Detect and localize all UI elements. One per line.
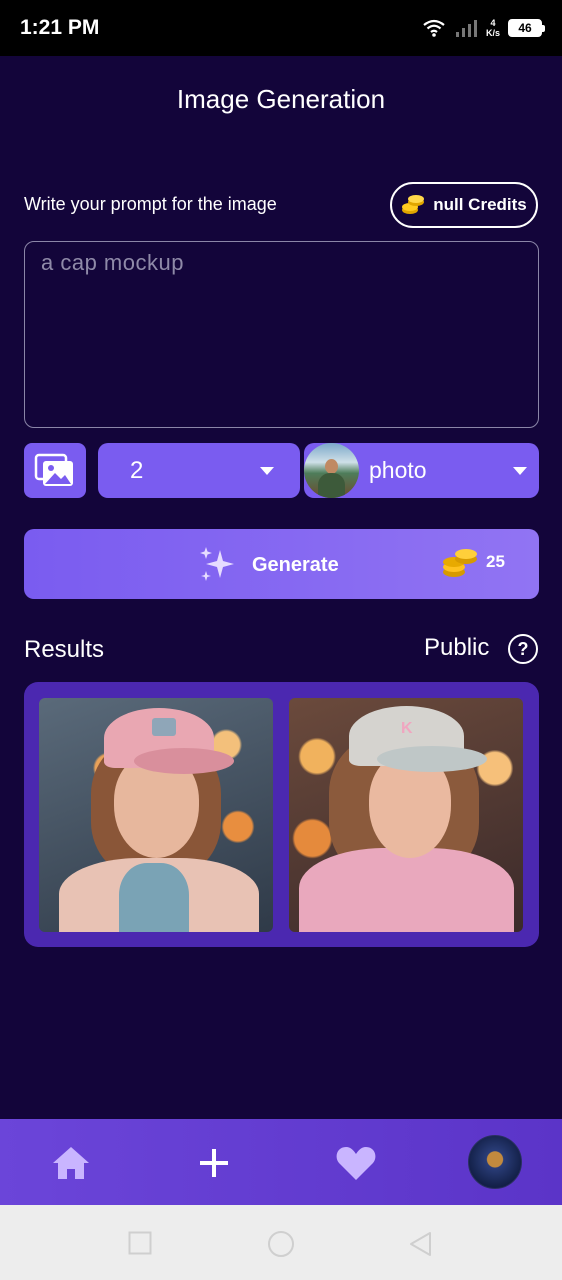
results-panel: K: [24, 682, 539, 947]
generate-button[interactable]: Generate 25: [24, 529, 539, 599]
gallery-icon: [34, 453, 73, 486]
chevron-down-icon: [260, 466, 274, 475]
generate-cost-value: 25: [486, 552, 505, 571]
upload-image-button[interactable]: [24, 443, 86, 498]
network-speed-value: 4: [490, 18, 496, 28]
generate-content: Generate: [198, 546, 339, 584]
network-speed: 4 K/s: [486, 18, 500, 38]
status-bar: 1:21 PM 4 K/s 46: [0, 0, 562, 56]
status-time: 1:21 PM: [20, 16, 100, 39]
generate-label: Generate: [252, 553, 339, 576]
page-title: Image Generation: [176, 84, 386, 114]
nav-create[interactable]: [190, 1139, 238, 1187]
prompt-text: a cap mockup: [41, 250, 184, 275]
results-title: Results: [24, 636, 105, 663]
recents-icon[interactable]: [128, 1231, 152, 1255]
coins-icon: [443, 549, 477, 577]
style-thumbnail: [304, 443, 359, 498]
wifi-icon: [423, 19, 445, 37]
help-icon[interactable]: ?: [508, 634, 538, 664]
battery-level: 46: [518, 21, 532, 35]
credits-badge[interactable]: null Credits: [390, 182, 538, 228]
battery-icon: 46: [508, 19, 545, 37]
signal-icon: [455, 20, 477, 37]
nav-favorites[interactable]: [332, 1139, 380, 1187]
prompt-label: Write your prompt for the image: [24, 194, 277, 214]
credits-label: null Credits: [433, 195, 527, 214]
back-icon[interactable]: [408, 1231, 434, 1257]
chevron-down-icon: [513, 466, 527, 475]
plus-icon: [200, 1149, 228, 1177]
result-image-1[interactable]: [39, 698, 273, 932]
style-value: photo: [369, 457, 427, 483]
home-icon: [53, 1147, 89, 1179]
generate-cost: 25: [442, 545, 505, 579]
home-button-icon[interactable]: [267, 1230, 295, 1258]
help-symbol: ?: [517, 638, 529, 659]
image-count-value: 2: [130, 456, 144, 484]
bottom-navigation: [0, 1119, 562, 1205]
nav-profile[interactable]: [467, 1134, 523, 1190]
sparkles-icon: [200, 547, 234, 581]
profile-avatar: [468, 1135, 522, 1189]
system-navigation-bar: [0, 1205, 562, 1280]
nav-home[interactable]: [47, 1139, 95, 1187]
result-image-2[interactable]: K: [289, 698, 523, 932]
image-count-select[interactable]: 2: [98, 443, 300, 498]
status-indicators: 4 K/s 46: [422, 18, 545, 38]
network-speed-unit: K/s: [485, 28, 500, 38]
prompt-input[interactable]: a cap mockup: [24, 241, 539, 428]
coins-icon: [402, 195, 425, 214]
public-label: Public: [424, 634, 490, 661]
style-select[interactable]: photo: [304, 443, 539, 498]
heart-icon: [336, 1147, 376, 1180]
